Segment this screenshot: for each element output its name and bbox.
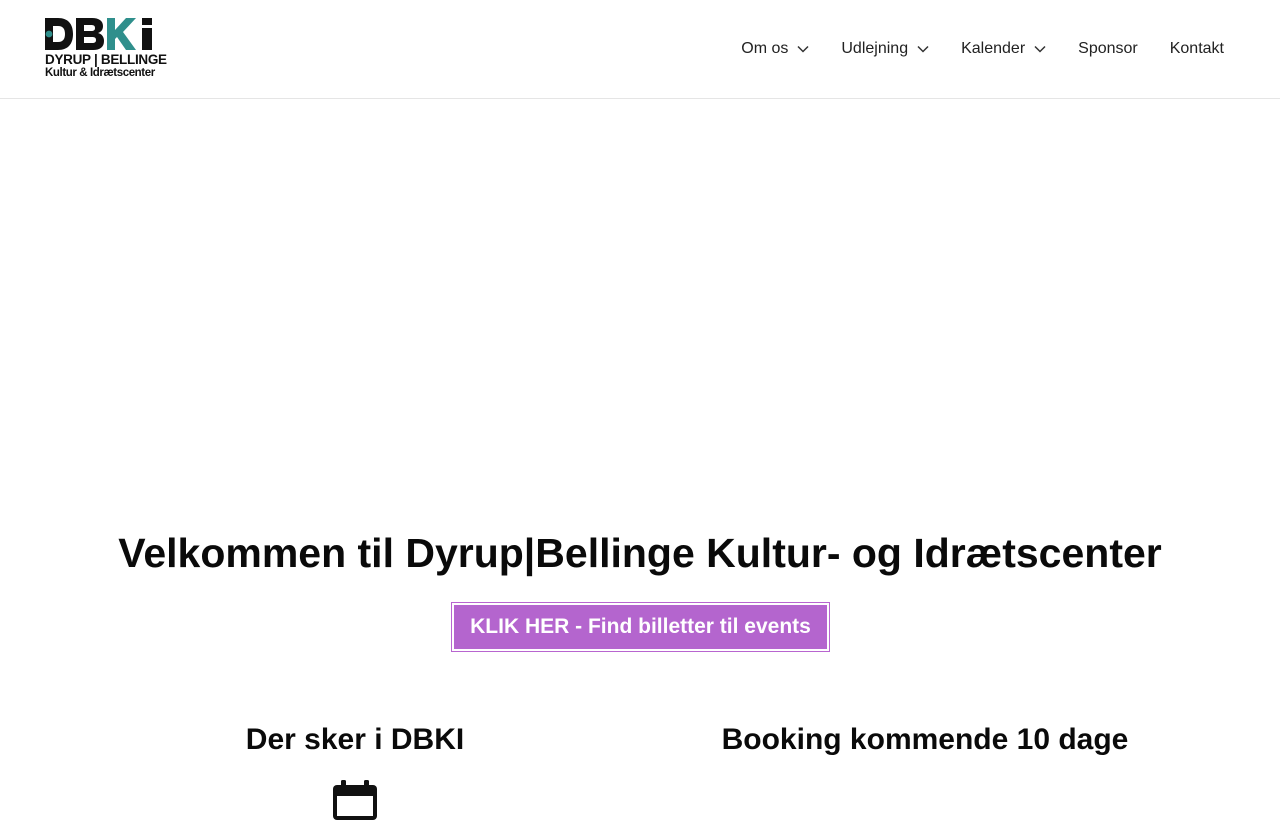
nav-label: Sponsor — [1078, 40, 1138, 57]
nav-label: Udlejning — [841, 40, 909, 57]
logo-text-line2: Kultur & Idrætscenter — [45, 67, 155, 79]
site-header: DYRUP | BELLINGE Kultur & Idrætscenter O… — [0, 0, 1280, 99]
logo-text-line1: DYRUP | BELLINGE — [45, 52, 167, 67]
nav-item-sponsor[interactable]: Sponsor — [1062, 40, 1154, 58]
cta-button-frame: KLIK HER - Find billetter til events — [451, 602, 830, 652]
nav-item-kalender[interactable]: Kalender — [945, 40, 1062, 58]
nav-label: Kontakt — [1169, 40, 1224, 57]
nav-item-udlejning[interactable]: Udlejning — [825, 40, 945, 58]
find-tickets-button[interactable]: KLIK HER - Find billetter til events — [454, 605, 827, 649]
nav-item-kontakt[interactable]: Kontakt — [1154, 40, 1240, 58]
chevron-down-icon — [1034, 45, 1046, 53]
nav-item-om-os[interactable]: Om os — [725, 40, 825, 58]
dbki-logo-mark-icon — [45, 18, 152, 50]
booking-section-title: Booking kommende 10 dage — [721, 723, 1129, 756]
chevron-down-icon — [797, 45, 809, 53]
calendar-icon — [333, 780, 377, 820]
main-nav: Om os Udlejning Kalender Sponsor Kontakt — [725, 0, 1240, 98]
site-logo[interactable]: DYRUP | BELLINGE Kultur & Idrætscenter — [44, 16, 167, 80]
events-section-title: Der sker i DBKI — [245, 723, 465, 756]
nav-label: Om os — [741, 40, 789, 57]
hero-banner-area — [0, 99, 1280, 499]
page-title: Velkommen til Dyrup|Bellinge Kultur- og … — [118, 530, 1162, 576]
chevron-down-icon — [917, 45, 929, 53]
nav-label: Kalender — [961, 40, 1026, 57]
